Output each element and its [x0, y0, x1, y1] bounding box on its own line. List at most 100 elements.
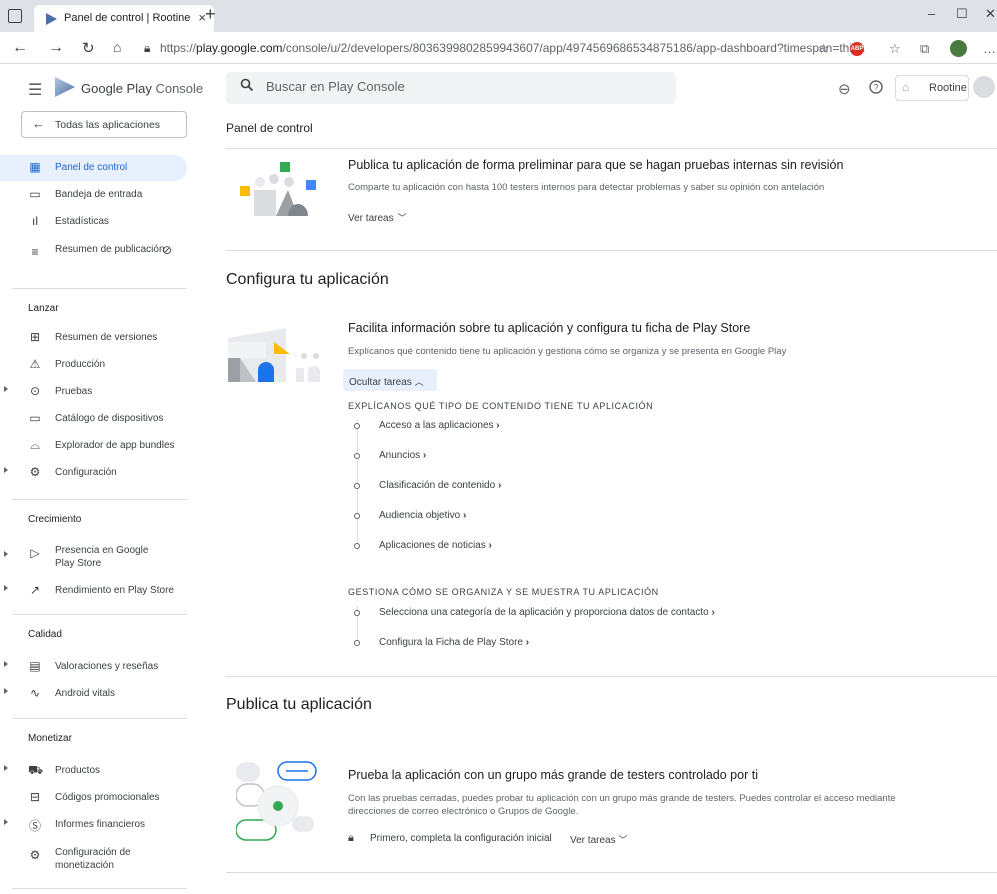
- task-label: Audiencia objetivo ›: [379, 510, 467, 521]
- task-status-icon: [354, 483, 360, 489]
- sidebar-item-label: Códigos promocionales: [55, 792, 160, 803]
- sidebar-item-label: Android vitals: [55, 688, 116, 699]
- sidebar-item-dashboard[interactable]: ▦ Panel de control: [0, 155, 187, 181]
- vitals-icon: ∿: [29, 686, 41, 700]
- url-field[interactable]: https://play.google.com/console/u/2/deve…: [160, 41, 865, 55]
- search-box[interactable]: [226, 72, 676, 104]
- menu-icon[interactable]: ☰: [28, 80, 42, 100]
- window-close-icon[interactable]: ✕: [985, 6, 996, 22]
- hide-tasks-button[interactable]: Ocultar tareas ︿: [343, 369, 437, 391]
- expand-caret-icon[interactable]: [4, 585, 8, 591]
- section-title-release: Lanzar: [28, 303, 59, 314]
- content-divider: [226, 250, 997, 251]
- publish-view-tasks-button[interactable]: Ver tareas ﹀: [570, 833, 627, 846]
- sidebar-item-app-bundle-explorer[interactable]: ⌓ Explorador de app bundles: [0, 433, 187, 459]
- hide-tasks-label: Ocultar tareas ︿: [349, 377, 424, 388]
- all-apps-label: Todas las aplicaciones: [55, 119, 161, 131]
- sidebar-item-ratings-reviews[interactable]: ▤ Valoraciones y reseñas: [0, 654, 187, 680]
- sidebar-item-products[interactable]: ⛟ Productos: [0, 758, 187, 784]
- account-avatar[interactable]: [973, 76, 995, 98]
- device-catalog-icon: ▭: [29, 411, 41, 425]
- forward-icon[interactable]: →: [48, 39, 64, 57]
- brand-name[interactable]: Google Play Console: [81, 81, 203, 96]
- expand-caret-icon[interactable]: [4, 765, 8, 771]
- minimize-icon[interactable]: –: [928, 6, 935, 21]
- internal-test-view-tasks-button[interactable]: Ver tareas ﹀: [348, 211, 407, 224]
- home-icon[interactable]: ⌂: [113, 39, 121, 55]
- sidebar-item-monetization-setup[interactable]: ⚙ Configuración de monetización: [0, 846, 187, 872]
- trending-up-icon: ↗: [29, 583, 41, 597]
- task-status-icon: [354, 513, 360, 519]
- sidebar-item-testing[interactable]: ⊙ Pruebas: [0, 379, 187, 405]
- publish-heading: Publica tu aplicación: [226, 696, 372, 713]
- task-label: Aplicaciones de noticias ›: [379, 540, 492, 551]
- sidebar-item-label: Explorador de app bundles: [55, 440, 175, 451]
- expand-caret-icon[interactable]: [4, 386, 8, 392]
- view-tasks-label: Ver tareas: [348, 213, 394, 224]
- dashboard-icon: ▦: [29, 160, 41, 174]
- sidebar-item-label: Configuración: [55, 467, 117, 478]
- inbox-icon: ▭: [29, 187, 41, 201]
- sidebar-item-inbox[interactable]: ▭ Bandeja de entrada: [0, 182, 187, 208]
- help-icon[interactable]: ?: [869, 80, 883, 98]
- browser-tab[interactable]: Panel de control | Rootine ×: [34, 5, 214, 32]
- sidebar-item-store-presence[interactable]: ▷ Presencia en Google Play Store: [0, 544, 187, 570]
- expand-caret-icon[interactable]: [4, 551, 8, 557]
- sidebar-item-publishing-overview[interactable]: ≡ Resumen de publicación ⊘: [0, 243, 187, 269]
- sidebar-item-device-catalog[interactable]: ▭ Catálogo de dispositivos: [0, 406, 187, 432]
- sidebar-item-promo-codes[interactable]: ⊟ Códigos promocionales: [0, 785, 187, 811]
- publish-locked-text: Primero, completa la configuración inici…: [370, 833, 552, 844]
- sidebar-item-production[interactable]: ⚠ Producción: [0, 352, 187, 378]
- sidebar-item-label: Configuración de monetización: [55, 847, 131, 871]
- sidebar-item-label: Rendimiento en Play Store: [55, 585, 174, 596]
- search-input[interactable]: [266, 79, 646, 94]
- collections-icon[interactable]: ⧉: [920, 41, 929, 57]
- all-apps-button[interactable]: ← Todas las aplicaciones: [21, 111, 187, 138]
- sidebar-item-financial-reports[interactable]: Ⓢ Informes financieros: [0, 812, 187, 838]
- back-icon[interactable]: ←: [12, 39, 28, 57]
- sidebar-item-label: Catálogo de dispositivos: [55, 413, 164, 424]
- new-tab-button[interactable]: +: [205, 4, 216, 25]
- favorites-list-icon[interactable]: ☆: [889, 41, 901, 57]
- more-options-icon[interactable]: …: [983, 41, 996, 56]
- task-label: Acceso a las aplicaciones ›: [379, 420, 500, 431]
- release-overview-icon: ⊞: [29, 330, 41, 344]
- browser-profile-avatar[interactable]: [950, 40, 967, 57]
- expand-caret-icon[interactable]: [4, 467, 8, 473]
- sidebar-item-label: Estadísticas: [55, 216, 109, 227]
- favorite-star-icon[interactable]: ☆: [818, 41, 830, 57]
- publishing-overview-icon: ≡: [31, 245, 39, 259]
- tab-actions-icon[interactable]: [8, 9, 22, 23]
- task-label: Configura la Ficha de Play Store ›: [379, 637, 530, 648]
- reload-icon[interactable]: ↻: [82, 39, 95, 57]
- bar-chart-icon: ıl: [32, 214, 38, 228]
- publish-card-title: Prueba la aplicación con un grupo más gr…: [348, 768, 758, 782]
- content-divider: [226, 676, 997, 677]
- adblock-extension-icon[interactable]: ABP: [850, 42, 864, 56]
- sidebar-item-release-overview[interactable]: ⊞ Resumen de versiones: [0, 325, 187, 351]
- setup-card-description: Explícanos qué contenido tiene tu aplica…: [348, 346, 787, 357]
- sidebar-item-store-performance[interactable]: ↗ Rendimiento en Play Store: [0, 578, 187, 604]
- expand-caret-icon[interactable]: [4, 819, 8, 825]
- reviews-icon: ▤: [29, 659, 41, 673]
- sidebar-divider: [12, 718, 187, 719]
- developer-account-button[interactable]: ⌂ Rootine: [895, 75, 969, 101]
- browser-tab-bar: Panel de control | Rootine × + – ☐ ✕: [0, 0, 997, 32]
- sidebar-divider: [12, 499, 187, 500]
- chevron-down-icon: ﹀: [618, 835, 628, 845]
- link-icon[interactable]: ⊖: [838, 80, 851, 98]
- sidebar-item-setup[interactable]: ⚙ Configuración: [0, 460, 187, 486]
- expand-caret-icon[interactable]: [4, 661, 8, 667]
- expand-caret-icon[interactable]: [4, 688, 8, 694]
- testing-icon: ⊙: [29, 384, 41, 398]
- lock-icon[interactable]: 🔒︎: [144, 41, 150, 56]
- maximize-icon[interactable]: ☐: [956, 6, 968, 22]
- sidebar-item-android-vitals[interactable]: ∿ Android vitals: [0, 681, 187, 707]
- chevron-up-icon: ︿: [414, 377, 424, 387]
- sidebar-divider: [12, 888, 187, 889]
- sidebar-item-statistics[interactable]: ıl Estadísticas: [0, 209, 187, 235]
- section-title-monetize: Monetizar: [28, 733, 72, 744]
- store-presence-icon: ▷: [30, 546, 40, 560]
- setup-illustration: [228, 328, 320, 382]
- closed-testing-illustration: [236, 761, 317, 841]
